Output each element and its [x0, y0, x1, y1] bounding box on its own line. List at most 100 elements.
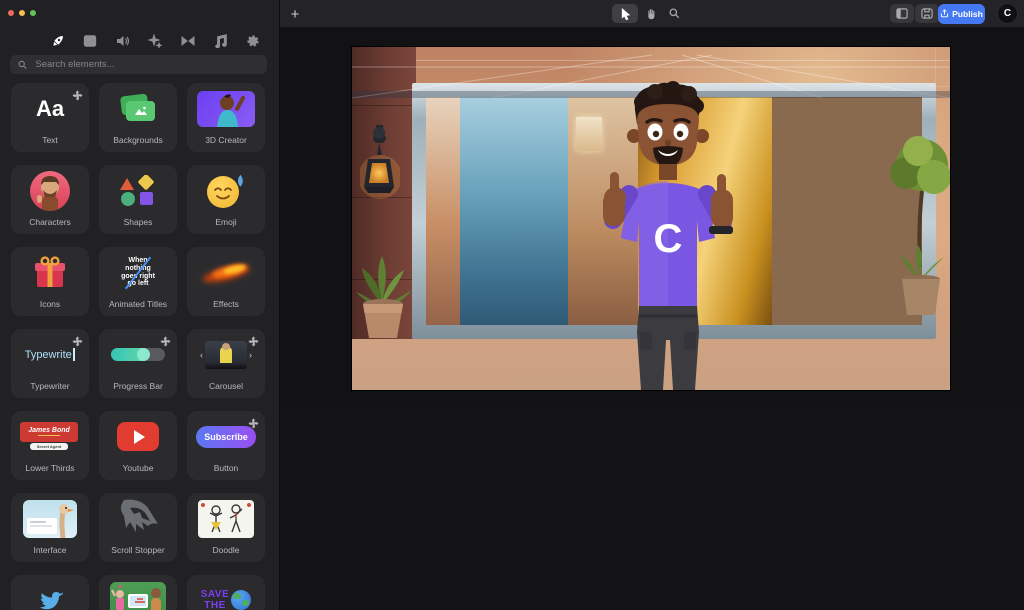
card-label: Doodle: [212, 545, 240, 555]
wall-lamp: [360, 125, 400, 199]
account-avatar[interactable]: C: [997, 3, 1018, 24]
card-label: Interface: [33, 545, 67, 555]
close-button[interactable]: [8, 10, 14, 16]
3d-creator-thumb: [187, 85, 265, 132]
move-icon[interactable]: [72, 334, 83, 352]
export-icon: [941, 9, 949, 18]
card-lower-thirds[interactable]: James Bond Secret Agent Lower Thirds: [11, 411, 89, 480]
card-label: Shapes: [123, 217, 153, 227]
card-scroll-stopper[interactable]: Scroll Stopper: [99, 493, 177, 562]
earth-icon: [231, 590, 252, 610]
search-input[interactable]: [33, 58, 259, 71]
left-panel: Aa Text Backgrounds: [0, 0, 280, 610]
card-emoji[interactable]: Emoji: [187, 165, 265, 234]
card-label: Icons: [39, 299, 61, 309]
card-typewriter[interactable]: Typewrite Typewriter: [11, 329, 89, 398]
save-button[interactable]: [915, 4, 939, 23]
card-button[interactable]: Subscribe Button: [187, 411, 265, 480]
scroll-stopper-thumb: [99, 495, 177, 542]
card-label: Youtube: [122, 463, 154, 473]
twitter-bird-icon: [11, 577, 89, 610]
card-label: Button: [213, 463, 239, 473]
pan-tool-button[interactable]: [642, 4, 660, 23]
card-shapes[interactable]: Shapes: [99, 165, 177, 234]
card-label: Backgrounds: [113, 135, 163, 145]
zoom-button[interactable]: [30, 10, 36, 16]
tab-files[interactable]: [16, 32, 34, 50]
tab-effects[interactable]: [146, 32, 164, 50]
doodle-thumb: [187, 495, 265, 542]
youtube-icon: [99, 413, 177, 460]
cursor-icon: [621, 7, 630, 20]
emoji-icon: [187, 167, 265, 214]
card-progress-bar[interactable]: Progress Bar: [99, 329, 177, 398]
toggle-panel-button[interactable]: [890, 4, 914, 23]
card-save-planet[interactable]: SAVE THE: [187, 575, 265, 610]
card-label: Typewriter: [30, 381, 70, 391]
character-3d[interactable]: C: [585, 80, 750, 390]
card-icons[interactable]: Icons: [11, 247, 89, 316]
glass-door-left: [460, 97, 568, 325]
sidebar-tabs: [16, 32, 262, 50]
lower-third-sample: James Bond Secret Agent: [11, 413, 89, 460]
move-icon[interactable]: [72, 88, 83, 106]
move-icon[interactable]: [248, 416, 259, 434]
card-label: Animated Titles: [108, 299, 168, 309]
tab-elements[interactable]: [49, 32, 67, 50]
card-doodle[interactable]: Doodle: [187, 493, 265, 562]
card-label: Effects: [213, 299, 239, 309]
card-animated-titles[interactable]: When nothing goes right go left Animated…: [99, 247, 177, 316]
card-label: Carousel: [208, 381, 244, 391]
typewriter-sample: Typewrite: [24, 348, 72, 361]
panel-layout-icon: [896, 8, 908, 19]
interface-thumb: [11, 495, 89, 542]
element-search: [10, 55, 267, 74]
search-icon: [669, 8, 679, 19]
save-icon: [921, 8, 933, 19]
save-planet-thumb: SAVE THE: [187, 577, 265, 610]
card-characters[interactable]: Characters: [11, 165, 89, 234]
card-3d-creator[interactable]: 3D Creator: [187, 83, 265, 152]
shapes-icon: [99, 167, 177, 214]
card-interface[interactable]: Interface: [11, 493, 89, 562]
glass-door-right: [772, 97, 874, 325]
tab-transitions[interactable]: [179, 32, 197, 50]
card-text[interactable]: Aa Text: [11, 83, 89, 152]
kids-template-thumb: [99, 577, 177, 610]
hand-icon: [647, 8, 654, 19]
text-sample: Aa: [35, 95, 65, 121]
select-tool-button[interactable]: [612, 4, 638, 23]
card-label: Lower Thirds: [25, 463, 75, 473]
tab-settings[interactable]: [244, 32, 262, 50]
publish-button[interactable]: Publish: [938, 3, 985, 24]
app-window: Aa Text Backgrounds: [0, 0, 1024, 610]
add-scene-button[interactable]: +: [285, 4, 305, 24]
card-kids-template[interactable]: [99, 575, 177, 610]
move-icon[interactable]: [248, 334, 259, 352]
animated-title-sample: When nothing goes right go left: [121, 256, 155, 290]
tab-audio[interactable]: [114, 32, 132, 50]
card-label: 3D Creator: [205, 135, 247, 145]
card-label: Emoji: [215, 217, 237, 227]
chevron-left-icon: ‹: [200, 349, 203, 360]
tab-music[interactable]: [211, 32, 229, 50]
gift-icon: [11, 249, 89, 296]
move-icon[interactable]: [160, 334, 171, 352]
card-youtube[interactable]: Youtube: [99, 411, 177, 480]
card-backgrounds[interactable]: Backgrounds: [99, 83, 177, 152]
tab-templates[interactable]: [81, 32, 99, 50]
card-carousel[interactable]: ‹ › Carousel: [187, 329, 265, 398]
card-twitter[interactable]: [11, 575, 89, 610]
card-label: Progress Bar: [113, 381, 163, 391]
potted-plant-left: [356, 256, 412, 338]
fire-effect-thumb: [187, 249, 265, 296]
window-controls: [8, 10, 36, 16]
potted-tree-right: [890, 136, 950, 315]
scene-canvas[interactable]: C: [352, 47, 950, 390]
card-effects[interactable]: Effects: [187, 247, 265, 316]
minimize-button[interactable]: [19, 10, 25, 16]
card-label: Scroll Stopper: [111, 545, 165, 555]
subscribe-button-sample: Subscribe: [196, 425, 256, 448]
canvas-search-button[interactable]: [665, 4, 683, 23]
backgrounds-icon: [99, 85, 177, 132]
